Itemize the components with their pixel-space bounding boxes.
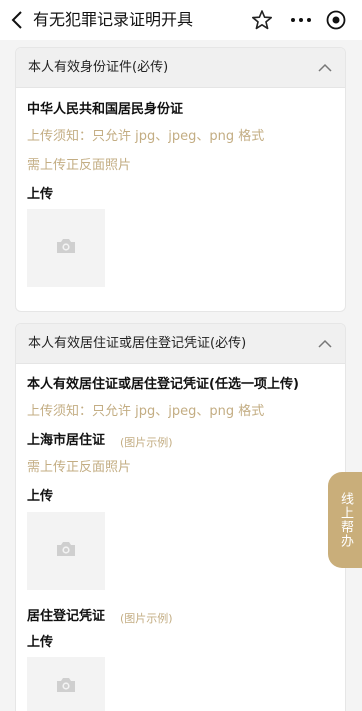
residence-permit-example-link[interactable]: (图片示例)	[120, 434, 173, 452]
section-header-label: 本人有效身份证件(必传)	[28, 60, 169, 75]
upload-label: 上传	[27, 187, 54, 202]
residence-permit-card: 本人有效居住证或居住登记凭证(必传) 本人有效居住证或居住登记凭证(任选一项上传…	[15, 323, 346, 711]
doc-title: 中华人民共和国居民身份证	[27, 102, 184, 117]
upload-label: 上传	[27, 489, 54, 504]
doc-title: 本人有效居住证或居住登记凭证(任选一项上传)	[27, 377, 299, 392]
back-arrow-icon[interactable]	[8, 9, 26, 31]
registration-certificate-title: 居住登记凭证	[27, 609, 106, 624]
more-icon[interactable]	[289, 9, 313, 31]
upload-box[interactable]	[27, 209, 105, 287]
format-notice: 上传须知：只允许 jpg、jpeg、png 格式	[27, 129, 265, 144]
star-icon[interactable]	[251, 9, 273, 31]
photo-requirement: 需上传正反面照片	[27, 460, 132, 475]
top-bar: 有无犯罪记录证明开具	[0, 0, 362, 40]
chevron-up-icon[interactable]	[317, 336, 333, 352]
registration-certificate-example-link[interactable]: (图片示例)	[120, 610, 173, 628]
camera-icon	[55, 237, 77, 259]
photo-requirement: 需上传正反面照片	[27, 158, 132, 173]
chevron-up-icon[interactable]	[317, 60, 333, 76]
camera-icon	[55, 540, 77, 562]
upload-label: 上传	[27, 635, 54, 650]
residence-permit-title: 上海市居住证	[27, 433, 106, 448]
online-help-button[interactable]: 线上帮办	[328, 472, 362, 568]
page-title: 有无犯罪记录证明开具	[33, 10, 194, 29]
section-header-label: 本人有效居住证或居住登记凭证(必传)	[28, 336, 247, 351]
camera-icon	[55, 676, 77, 698]
id-document-card: 本人有效身份证件(必传) 中华人民共和国居民身份证 上传须知：只允许 jpg、j…	[15, 47, 346, 312]
upload-box[interactable]	[27, 657, 105, 711]
id-document-card-header[interactable]: 本人有效身份证件(必传)	[16, 48, 345, 88]
format-notice: 上传须知：只允许 jpg、jpeg、png 格式	[27, 404, 265, 419]
upload-box[interactable]	[27, 512, 105, 590]
record-icon[interactable]	[325, 9, 347, 31]
residence-permit-card-header[interactable]: 本人有效居住证或居住登记凭证(必传)	[16, 324, 345, 364]
